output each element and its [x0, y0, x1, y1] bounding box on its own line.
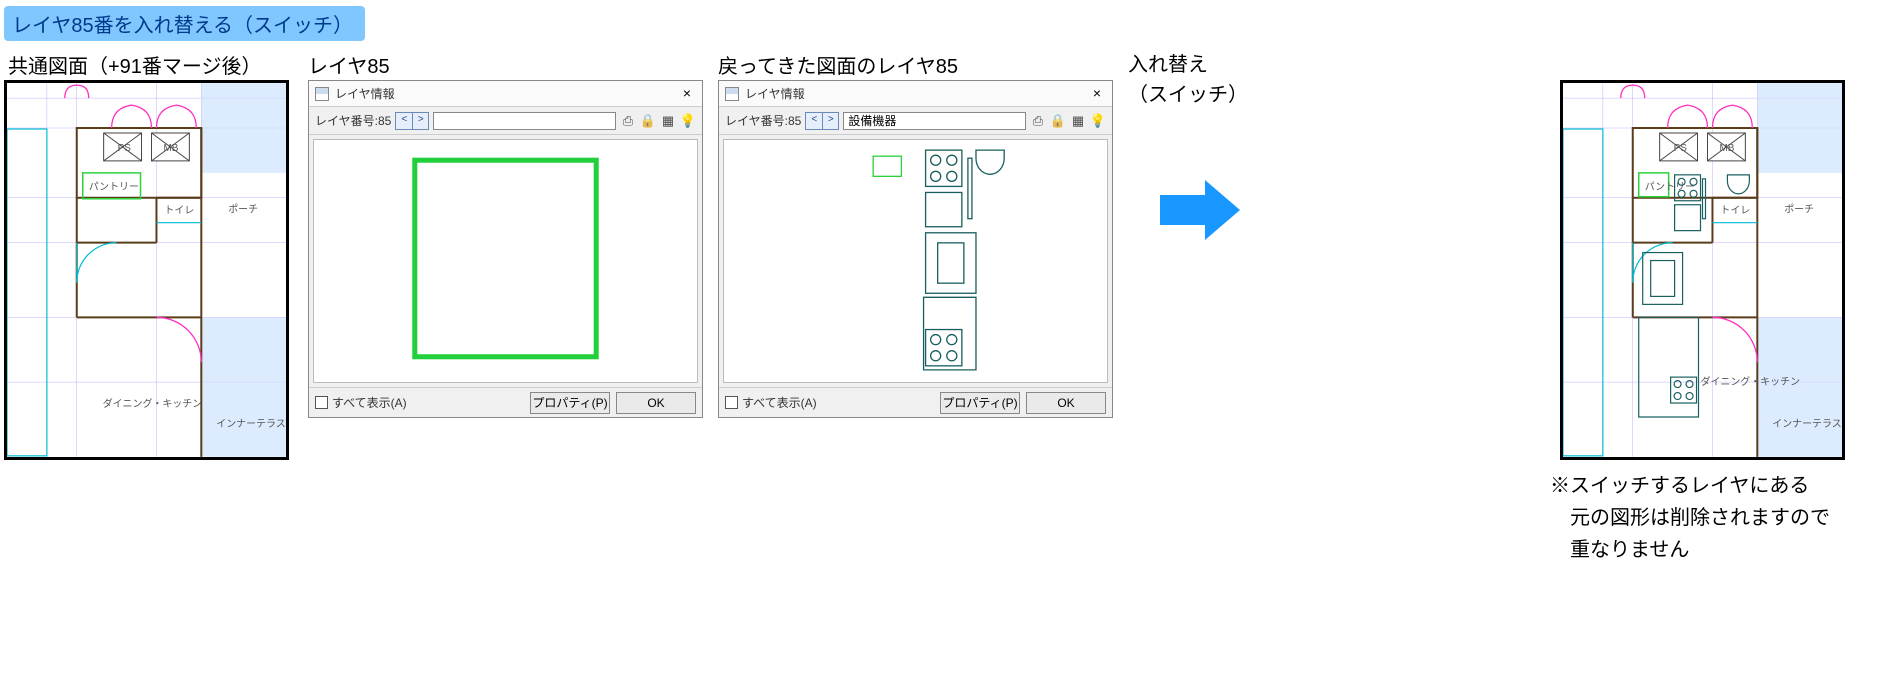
layer-stepper[interactable]: < > [395, 112, 429, 130]
printer-icon[interactable]: ⎙ [620, 113, 636, 129]
caption-returned: 戻ってきた図面のレイヤ85 [718, 50, 958, 79]
base-plan-thumbnail: PS MB パントリー トイレ ポーチ ダイニング・キッチン インナーテラス [4, 80, 289, 460]
ok-button[interactable]: OK [1026, 392, 1106, 414]
label-ps: PS [118, 143, 132, 154]
svg-text:パントリー: パントリー [1645, 181, 1695, 193]
layer-stepper[interactable]: < > [805, 112, 839, 130]
dialog-app-icon [725, 87, 739, 101]
step-next[interactable]: > [412, 113, 428, 129]
lightbulb-icon[interactable]: 💡 [1090, 113, 1106, 129]
svg-text:インナーテラス: インナーテラス [1772, 418, 1841, 430]
layer-name-input[interactable] [433, 112, 616, 130]
caption-base-plan: 共通図面（+91番マージ後） [8, 50, 262, 79]
step-prev[interactable]: < [806, 113, 822, 129]
properties-button[interactable]: プロパティ(P) [940, 392, 1020, 414]
show-all-checkbox[interactable]: すべて表示(A) [315, 394, 407, 411]
label-toilet: トイレ [164, 206, 194, 217]
note-line: 元の図形は削除されますので [1550, 502, 1860, 534]
svg-text:MB: MB [1719, 143, 1734, 154]
footnote: ※スイッチするレイヤにある 元の図形は削除されますので 重なりません [1550, 470, 1860, 566]
printer-icon[interactable]: ⎙ [1030, 113, 1046, 129]
label-porch: ポーチ [228, 204, 258, 216]
label-dk: ダイニング・キッチン [103, 397, 203, 410]
ok-button[interactable]: OK [616, 392, 696, 414]
lightbulb-icon[interactable]: 💡 [680, 113, 696, 129]
show-all-label: すべて表示(A) [742, 394, 817, 411]
dialog-app-icon [315, 87, 329, 101]
svg-text:ダイニング・キッチン: ダイニング・キッチン [1701, 375, 1801, 388]
label-pantry: パントリー [89, 181, 139, 193]
close-button[interactable]: × [676, 84, 698, 104]
layer-number-label: レイヤ番号:85 [725, 112, 801, 129]
dialog-title: レイヤ情報 [745, 85, 1086, 102]
layer-preview-b [723, 139, 1108, 383]
note-line: 重なりません [1550, 534, 1860, 566]
svg-text:PS: PS [1674, 143, 1688, 154]
section-title: レイヤ85番を入れ替える（スイッチ） [4, 6, 365, 41]
caption-switch: 入れ替え（スイッチ） [1128, 50, 1248, 110]
svg-text:ポーチ: ポーチ [1784, 204, 1814, 216]
step-next[interactable]: > [822, 113, 838, 129]
layer-info-dialog-a: レイヤ情報 × レイヤ番号:85 < > ⎙ 🔒 ▦ 💡 [308, 80, 703, 418]
layer-info-dialog-b: レイヤ情報 × レイヤ番号:85 < > ⎙ 🔒 ▦ 💡 [718, 80, 1113, 418]
step-prev[interactable]: < [396, 113, 412, 129]
arrow-icon [1160, 180, 1240, 240]
group-icon[interactable]: ▦ [1070, 113, 1086, 129]
properties-button[interactable]: プロパティ(P) [530, 392, 610, 414]
lock-icon[interactable]: 🔒 [640, 113, 656, 129]
svg-text:トイレ: トイレ [1720, 206, 1750, 217]
caption-layer85: レイヤ85 [308, 50, 390, 79]
layer-name-input[interactable] [843, 112, 1026, 130]
lock-icon[interactable]: 🔒 [1050, 113, 1066, 129]
layer-number-label: レイヤ番号:85 [315, 112, 391, 129]
show-all-label: すべて表示(A) [332, 394, 407, 411]
group-icon[interactable]: ▦ [660, 113, 676, 129]
label-inner: インナーテラス [216, 418, 285, 430]
result-plan-thumbnail: PS MB パントリー トイレ ポーチ ダイニング・キッチン インナーテラス [1560, 80, 1845, 460]
note-line: ※スイッチするレイヤにある [1550, 470, 1860, 502]
label-mb: MB [163, 143, 178, 154]
close-button[interactable]: × [1086, 84, 1108, 104]
layer-preview-a [313, 139, 698, 383]
dialog-title: レイヤ情報 [335, 85, 676, 102]
show-all-checkbox[interactable]: すべて表示(A) [725, 394, 817, 411]
